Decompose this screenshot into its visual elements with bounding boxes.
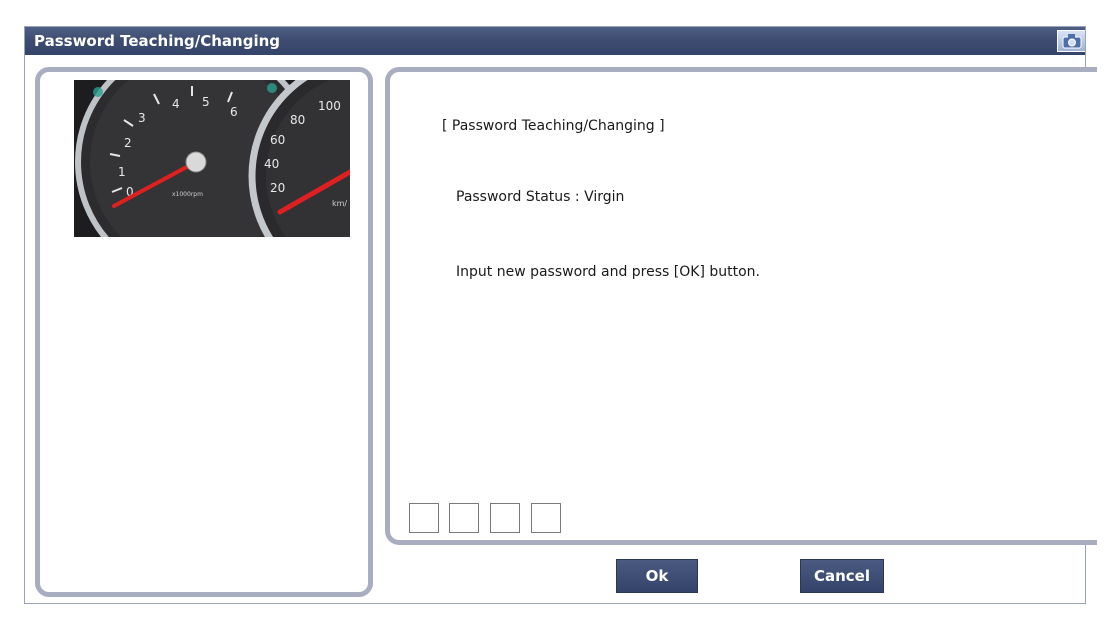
speed-label: 80: [290, 113, 305, 127]
instruction-text: Input new password and press [OK] button…: [456, 264, 760, 280]
password-digit-4[interactable]: [531, 503, 561, 533]
speed-label: 20: [270, 181, 285, 195]
tach-label: 3: [138, 111, 146, 125]
content-panel: [ Password Teaching/Changing ] Password …: [385, 67, 1097, 545]
speed-label: 40: [264, 157, 279, 171]
tach-label: 1: [118, 165, 126, 179]
content-heading: [ Password Teaching/Changing ]: [442, 118, 665, 134]
speed-unit: km/: [332, 199, 347, 208]
tach-label: 6: [230, 105, 238, 119]
cancel-button[interactable]: Cancel: [800, 559, 884, 593]
window-title: Password Teaching/Changing: [34, 32, 281, 50]
speed-label: 60: [270, 133, 285, 147]
tach-unit: x1000rpm: [172, 191, 203, 198]
speed-label: 100: [318, 99, 341, 113]
instrument-cluster-image: 1 2 3 4 5 6 0 x1000rpm 20 40 60 80 100 k…: [74, 80, 350, 237]
password-digit-3[interactable]: [490, 503, 520, 533]
camera-icon[interactable]: [1057, 30, 1085, 52]
ok-button[interactable]: Ok: [616, 559, 698, 593]
password-digit-2[interactable]: [449, 503, 479, 533]
title-bar: Password Teaching/Changing: [25, 27, 1085, 55]
image-panel: 1 2 3 4 5 6 0 x1000rpm 20 40 60 80 100 k…: [35, 67, 373, 597]
password-digit-1[interactable]: [409, 503, 439, 533]
tach-label: 2: [124, 136, 132, 150]
tach-label: 4: [172, 97, 180, 111]
password-status: Password Status : Virgin: [456, 189, 625, 205]
tach-label: 5: [202, 95, 210, 109]
password-dialog: Password Teaching/Changing 1 2 3 4 5 6 0…: [24, 26, 1097, 604]
